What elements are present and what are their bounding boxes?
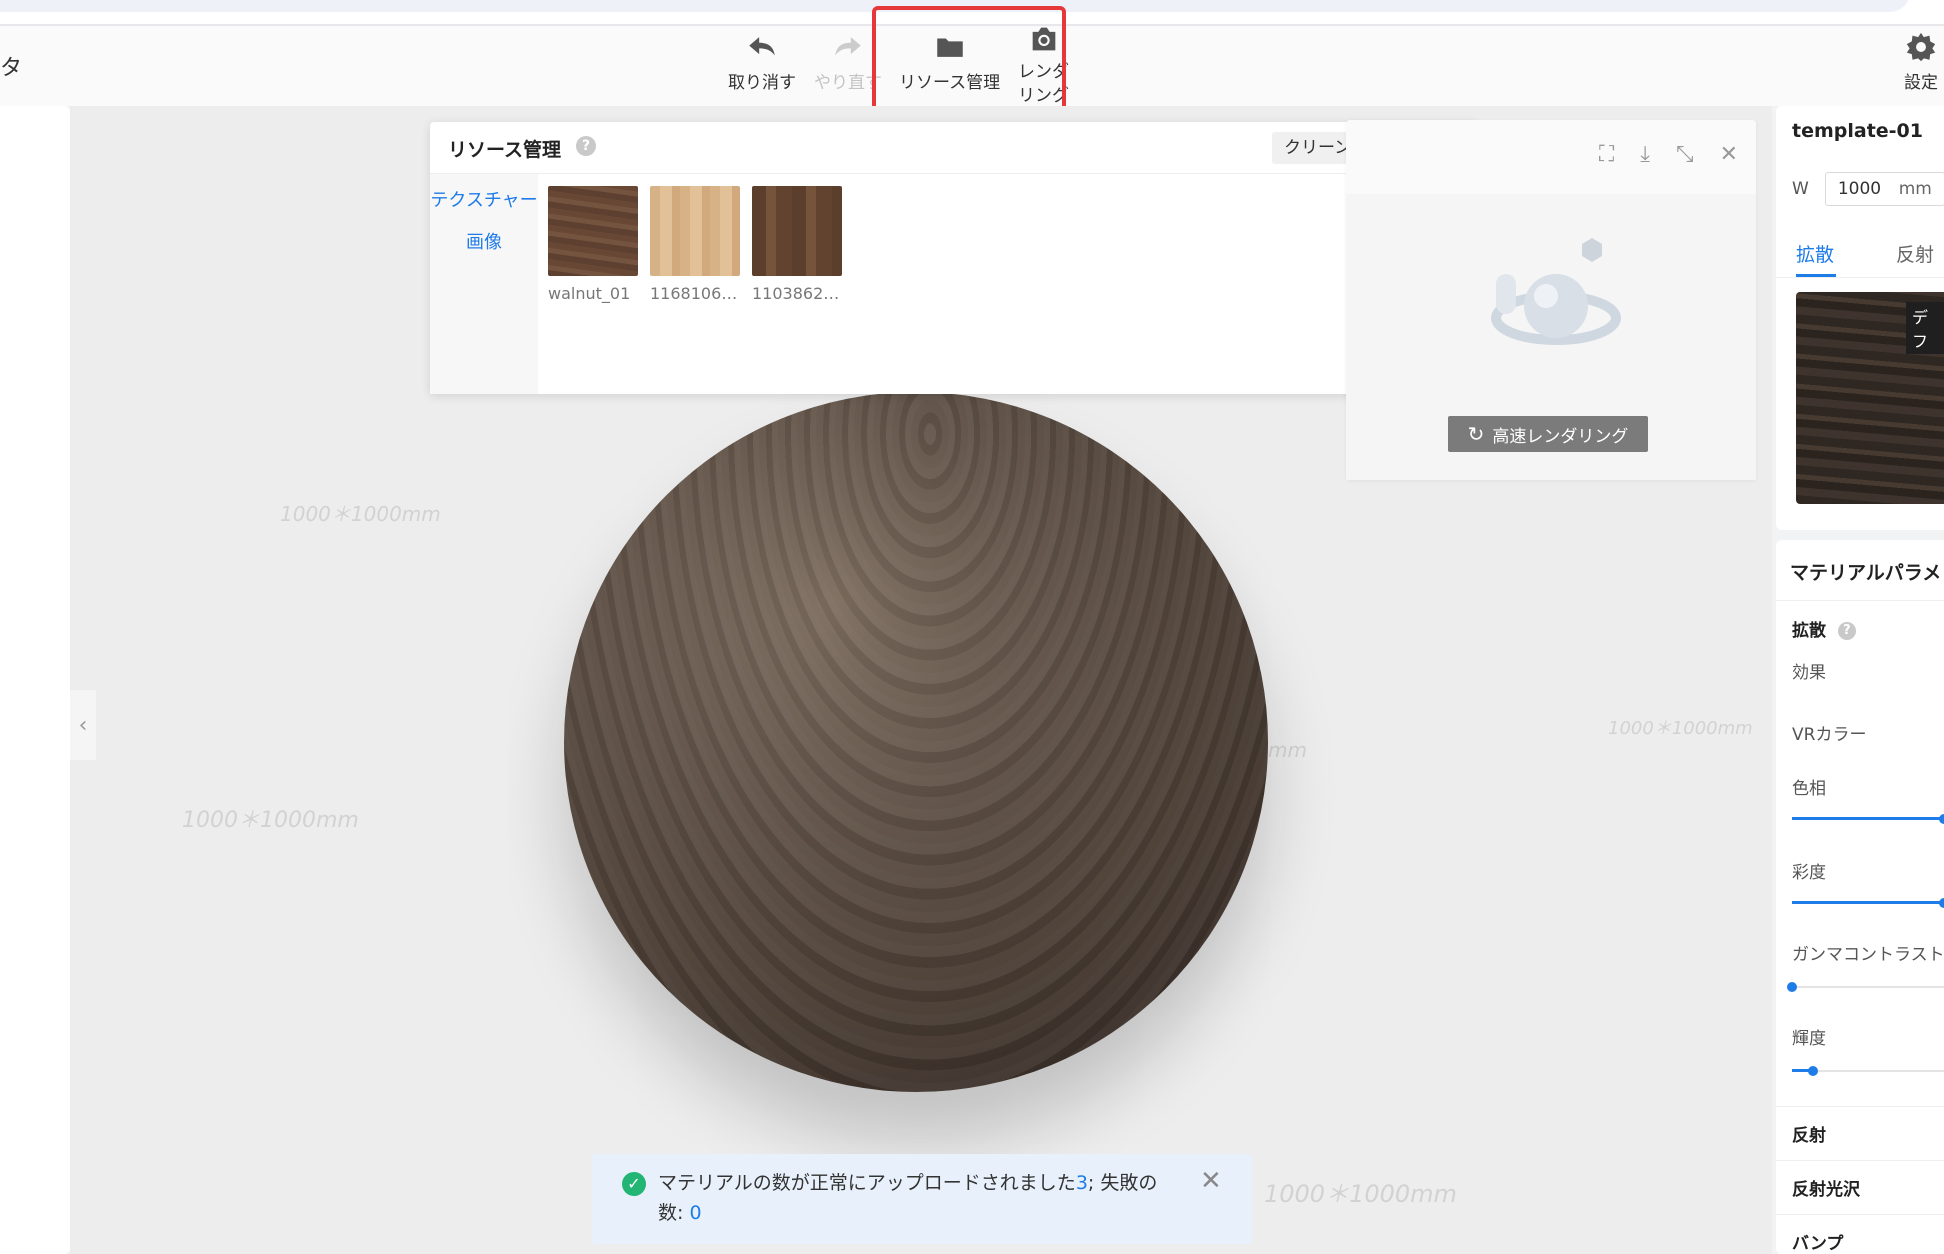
- gamma-contrast-slider[interactable]: [1787, 982, 1944, 992]
- slider-knob[interactable]: [1787, 982, 1797, 992]
- screenshot-icon[interactable]: ⛶: [1599, 142, 1614, 167]
- resource-popup-header: リソース管理 ? クリーンアップ ✕: [430, 122, 1476, 174]
- fail-count: 0: [689, 1202, 702, 1224]
- texture-thumbnail: [752, 186, 842, 276]
- material-params-card: マテリアルパラメ 拡散 ? 効果 VRカラー 色相 彩度 ガンマコントラスト 輝…: [1776, 540, 1944, 1254]
- tab-textures[interactable]: テクスチャー: [430, 186, 538, 216]
- hue-slider[interactable]: [1792, 814, 1944, 824]
- help-icon[interactable]: ?: [1837, 622, 1856, 640]
- active-tab-underline: [1796, 274, 1836, 277]
- render-preview-panel: ⛶ ⤓ ⤡ ✕ ↻ 高速レンダリング: [1346, 120, 1756, 480]
- redo-icon: [835, 37, 861, 56]
- download-icon[interactable]: ⤓: [1640, 142, 1650, 167]
- tab-images[interactable]: 画像: [430, 228, 538, 258]
- divider: [1776, 600, 1944, 601]
- grid-label: 1000＊1000mm: [280, 502, 441, 526]
- width-row: W 1000 mm: [1792, 172, 1944, 206]
- texture-item[interactable]: 1103862…: [752, 186, 842, 303]
- tab-reflect[interactable]: 反射: [1896, 240, 1934, 267]
- bump-section-row[interactable]: バンプ: [1776, 1214, 1944, 1254]
- reflect-gloss-section-label: 反射光沢: [1792, 1180, 1860, 1200]
- grid-label: 1000＊1000mm: [1264, 1180, 1457, 1208]
- diffuse-section-text: 拡散: [1792, 621, 1826, 641]
- preview-body: ↻ 高速レンダリング: [1346, 194, 1756, 480]
- slider-fill: [1792, 901, 1944, 904]
- grid-label: 1000＊1000mm: [182, 808, 359, 833]
- default-tag: デフ: [1906, 302, 1944, 354]
- slider-track: [1792, 986, 1944, 988]
- template-card: template-01 W 1000 mm 拡散 反射 デフ: [1776, 106, 1944, 530]
- brightness-label: 輝度: [1792, 1029, 1826, 1049]
- grid-label-partial: mm: [1268, 738, 1307, 762]
- settings-label: 設定: [1904, 73, 1938, 93]
- success-check-icon: ✓: [622, 1172, 646, 1196]
- reflect-gloss-section-row[interactable]: 反射光沢: [1776, 1160, 1944, 1214]
- reflect-section-row[interactable]: 反射: [1776, 1106, 1944, 1160]
- saturation-slider[interactable]: [1792, 898, 1944, 908]
- success-count: 3: [1075, 1172, 1088, 1194]
- resource-category-tabs: テクスチャー 画像: [430, 174, 538, 394]
- upload-result-toast: ✓ マテリアルの数が正常にアップロードされました3; 失敗の数: 0 ✕: [592, 1154, 1252, 1244]
- width-input[interactable]: 1000 mm: [1824, 172, 1944, 206]
- resource-popup-title: リソース管理: [448, 139, 562, 161]
- texture-thumbnail: [548, 186, 638, 276]
- template-name: template-01: [1792, 120, 1923, 142]
- undo-button[interactable]: 取り消す: [728, 30, 796, 93]
- left-sidebar: [0, 106, 70, 1254]
- help-icon[interactable]: ?: [576, 136, 596, 156]
- hue-label: 色相: [1792, 779, 1826, 799]
- gear-icon: [1906, 32, 1936, 62]
- app-title-fragment: タ: [0, 56, 23, 81]
- fast-render-button[interactable]: ↻ 高速レンダリング: [1448, 416, 1648, 452]
- reflect-section-label: 反射: [1792, 1126, 1826, 1146]
- render-placeholder-icon: [1491, 238, 1621, 345]
- texture-thumbnail: [650, 186, 740, 276]
- toast-message: マテリアルの数が正常にアップロードされました3; 失敗の数: 0: [658, 1168, 1178, 1228]
- collapse-icon[interactable]: ⤡: [1676, 142, 1694, 167]
- slider-knob[interactable]: [1939, 814, 1944, 824]
- undo-label: 取り消す: [728, 73, 796, 93]
- texture-name: 1168106…: [650, 284, 738, 303]
- brightness-slider[interactable]: [1792, 1066, 1944, 1076]
- resource-manager-popup: リソース管理 ? クリーンアップ ✕ テクスチャー 画像 walnut_01 1…: [430, 122, 1476, 394]
- texture-name: 1103862…: [752, 284, 840, 303]
- toast-message-part1: マテリアルの数が正常にアップロードされました: [658, 1172, 1076, 1194]
- settings-button[interactable]: 設定: [1904, 30, 1938, 93]
- preview-toolbar: ⛶ ⤓ ⤡ ✕: [1599, 142, 1738, 167]
- diffuse-section-label: 拡散 ?: [1792, 616, 1856, 641]
- close-icon[interactable]: ✕: [1720, 142, 1738, 167]
- slider-knob[interactable]: [1939, 898, 1944, 908]
- bump-section-label: バンプ: [1792, 1234, 1844, 1254]
- right-properties-panel: template-01 W 1000 mm 拡散 反射 デフ マテリアルパラメ …: [1776, 106, 1944, 1254]
- grid-label: 1000＊1000mm: [1608, 718, 1753, 739]
- effect-label: 効果: [1792, 663, 1826, 683]
- refresh-icon: ↻: [1467, 422, 1485, 446]
- texture-name: walnut_01: [548, 284, 631, 303]
- slider-knob[interactable]: [1808, 1066, 1819, 1076]
- width-value: 1000: [1837, 179, 1882, 199]
- close-icon[interactable]: ✕: [1200, 1168, 1222, 1194]
- material-preview-sphere: [564, 392, 1268, 1092]
- undo-icon: [749, 37, 775, 56]
- slider-fill: [1792, 817, 1944, 820]
- tab-diffuse[interactable]: 拡散: [1796, 240, 1834, 267]
- material-params-title: マテリアルパラメ: [1790, 562, 1942, 584]
- saturation-label: 彩度: [1792, 863, 1826, 883]
- gamma-contrast-label: ガンマコントラスト: [1792, 945, 1944, 965]
- material-tabs: 拡散 反射: [1776, 226, 1944, 278]
- width-unit: mm: [1898, 179, 1932, 199]
- vr-color-label: VRカラー: [1792, 725, 1867, 745]
- collapse-left-chevron-icon[interactable]: ‹: [70, 690, 96, 760]
- texture-item[interactable]: walnut_01: [548, 186, 638, 303]
- texture-list: walnut_01 1168106… 1103862…: [548, 186, 842, 303]
- texture-item[interactable]: 1168106…: [650, 186, 740, 303]
- fast-render-label: 高速レンダリング: [1492, 426, 1629, 447]
- width-label: W: [1792, 179, 1809, 199]
